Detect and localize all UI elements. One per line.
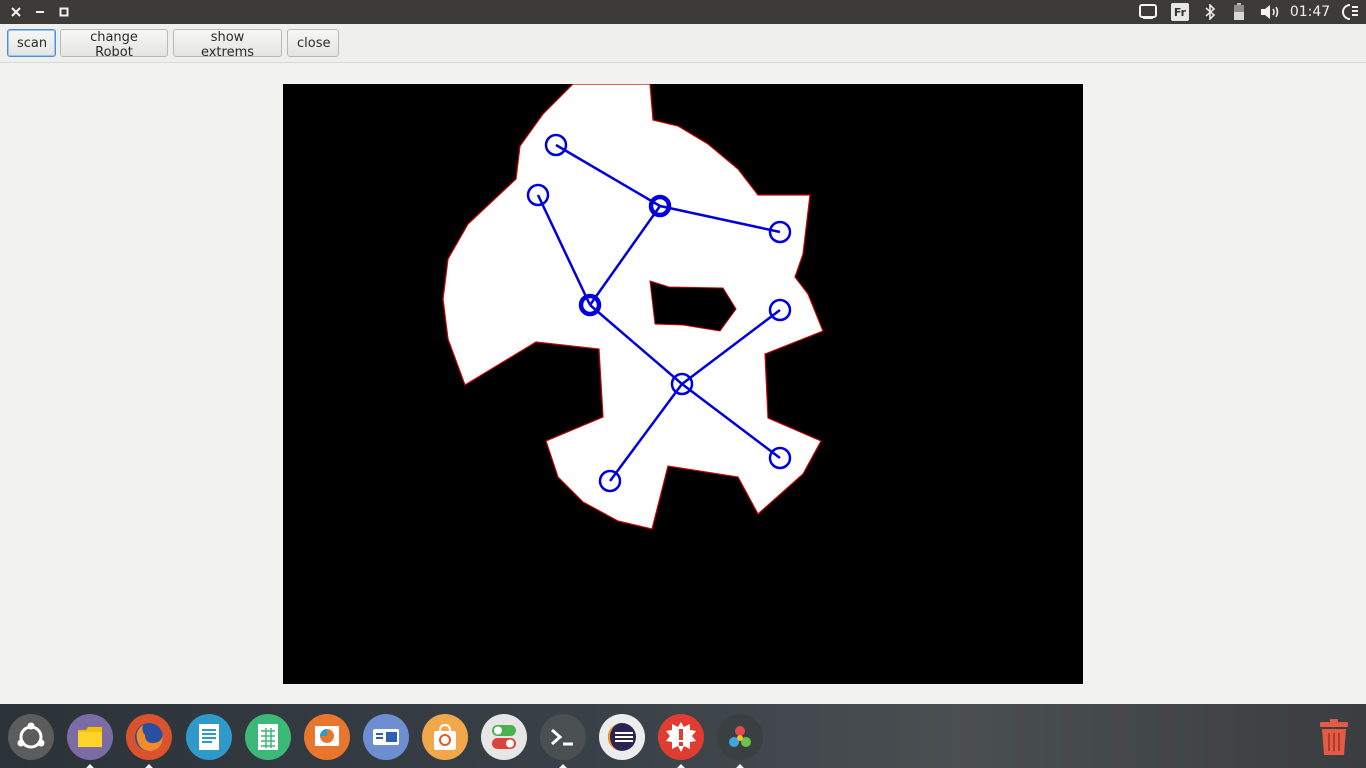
trash-icon[interactable] [1310,714,1358,760]
inner-obstacle [649,280,737,332]
settings-toggle-icon[interactable] [481,714,527,760]
terminal-icon[interactable] [540,714,586,760]
ubuntu-home-icon[interactable] [8,714,54,760]
toolbar: scan change Robot show extrems close [0,24,1366,63]
close-icon[interactable] [4,0,28,24]
robot-app-icon[interactable] [717,714,763,760]
running-indicator [677,764,685,768]
eclipse-icon[interactable] [599,714,645,760]
bluetooth-icon[interactable] [1201,0,1219,24]
session-icon[interactable] [1338,0,1362,24]
battery-icon[interactable] [1230,0,1248,24]
top-panel: Fr 01:47 [0,0,1366,24]
running-indicator [86,764,94,768]
running-indicator [559,764,567,768]
firefox-icon[interactable] [126,714,172,760]
dock [0,704,1366,768]
spreadsheet-icon[interactable] [245,714,291,760]
maximize-icon[interactable] [52,0,76,24]
free-space-area [442,83,824,530]
map-drawing [442,83,824,530]
screen-icon[interactable] [1137,0,1159,24]
alert-app-icon[interactable] [658,714,704,760]
change-robot-button[interactable]: change Robot [60,29,168,60]
show-extrems-button[interactable]: show extrems [173,29,282,60]
running-indicator [145,764,153,768]
clock[interactable]: 01:47 [1289,0,1331,24]
files-icon[interactable] [67,714,113,760]
clock-label: 01:47 [1289,4,1331,20]
volume-icon[interactable] [1259,0,1283,24]
running-indicator [736,764,744,768]
software-icon[interactable] [363,714,409,760]
close-button[interactable]: close [287,29,339,57]
store-icon[interactable] [422,714,468,760]
map-canvas[interactable] [283,83,1083,684]
keyboard-layout-label: Fr [1171,3,1189,21]
scan-button[interactable]: scan [7,29,56,57]
keyboard-layout-icon[interactable]: Fr [1170,0,1190,24]
minimize-icon[interactable] [28,0,52,24]
presentation-icon[interactable] [304,714,350,760]
text-editor-icon[interactable] [186,714,232,760]
